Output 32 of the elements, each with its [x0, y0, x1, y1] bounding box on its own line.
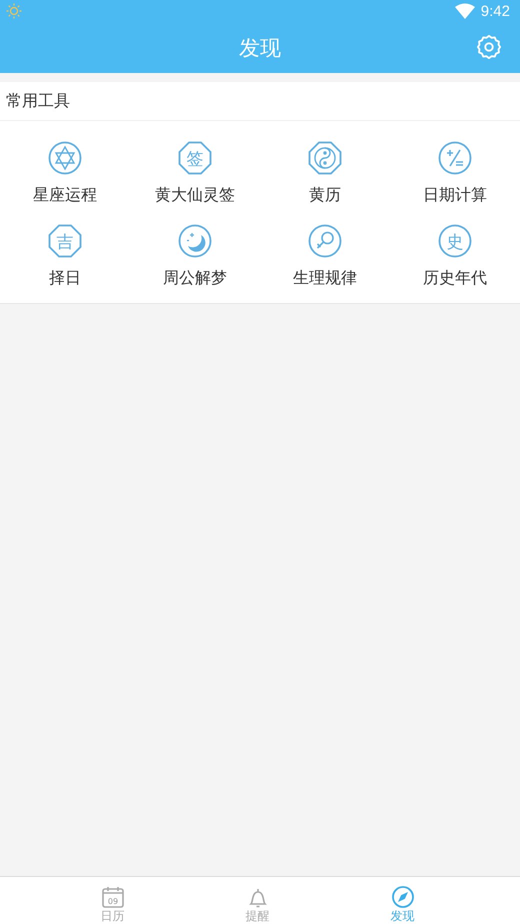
- tool-item[interactable]: 周公解梦: [130, 224, 260, 289]
- character-icon: 签: [178, 141, 212, 175]
- sun-icon: [6, 3, 22, 19]
- venus-icon: [308, 224, 342, 258]
- tool-label: 黄历: [309, 185, 341, 206]
- hexagram-icon: [48, 141, 82, 175]
- tool-label: 星座运程: [33, 185, 97, 206]
- page-title: 发现: [239, 34, 281, 62]
- tool-label: 黄大仙灵签: [155, 185, 235, 206]
- tool-label: 周公解梦: [163, 268, 227, 289]
- tool-item[interactable]: 生理规律: [260, 224, 390, 289]
- character-icon: 吉: [48, 224, 82, 258]
- status-time: 9:42: [480, 2, 510, 20]
- moon-icon: [178, 224, 212, 258]
- tool-item[interactable]: 星座运程: [0, 141, 130, 206]
- tool-label: 生理规律: [293, 268, 357, 289]
- tool-item[interactable]: 签 黄大仙灵签: [130, 141, 260, 206]
- tool-label: 日期计算: [423, 185, 487, 206]
- character-icon: 史: [438, 224, 472, 258]
- tool-item[interactable]: 史 历史年代: [390, 224, 520, 289]
- tool-item[interactable]: 黄历: [260, 141, 390, 206]
- tool-label: 择日: [49, 268, 81, 289]
- wifi-icon: [454, 3, 475, 19]
- section-title: 常用工具: [6, 90, 70, 112]
- calendar-icon: 09: [100, 885, 124, 909]
- yin-yang-icon: [308, 141, 342, 175]
- compass-icon: [390, 885, 414, 909]
- math-icon: [438, 141, 472, 175]
- settings-icon[interactable]: [475, 33, 503, 61]
- tool-item[interactable]: 日期计算: [390, 141, 520, 206]
- tool-label: 历史年代: [423, 268, 487, 289]
- tool-item[interactable]: 吉 择日: [0, 224, 130, 289]
